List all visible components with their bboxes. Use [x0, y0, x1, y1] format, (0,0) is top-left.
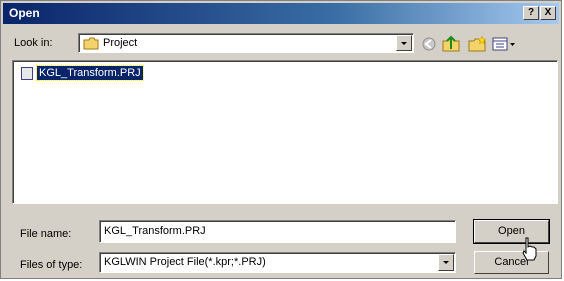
view-menu-icon[interactable] — [491, 35, 517, 53]
dialog-title: Open — [9, 6, 40, 20]
look-in-dropdown[interactable]: Project — [78, 33, 414, 53]
file-name-label: File name: — [20, 228, 72, 240]
project-file-icon — [21, 67, 33, 80]
file-type-dropdown[interactable]: KGLWIN Project File(*.kpr;*.PRJ) — [99, 252, 456, 273]
file-name-field[interactable]: KGL_Transform.PRJ — [99, 220, 456, 243]
file-name: KGL_Transform.PRJ — [36, 65, 144, 81]
back-icon[interactable] — [419, 35, 439, 53]
up-folder-icon[interactable] — [441, 35, 461, 53]
help-button[interactable]: ? — [523, 6, 539, 20]
look-in-value: Project — [103, 37, 138, 49]
look-in-label: Look in: — [14, 37, 53, 49]
close-button[interactable]: X — [540, 6, 556, 20]
file-type-value: KGLWIN Project File(*.kpr;*.PRJ) — [104, 256, 266, 268]
file-list[interactable]: KGL_Transform.PRJ — [12, 60, 558, 204]
folder-icon — [83, 37, 99, 50]
title-bar[interactable]: Open ? X — [3, 3, 559, 24]
chevron-down-icon[interactable] — [438, 254, 454, 271]
chevron-down-icon[interactable] — [396, 35, 412, 51]
file-type-label: Files of type: — [20, 259, 83, 271]
open-dialog: Open ? X Look in: Project KGL_Transform.… — [0, 0, 562, 279]
hand-cursor-icon — [522, 237, 537, 261]
new-folder-icon[interactable] — [467, 35, 487, 53]
file-name-value: KGL_Transform.PRJ — [104, 225, 206, 237]
